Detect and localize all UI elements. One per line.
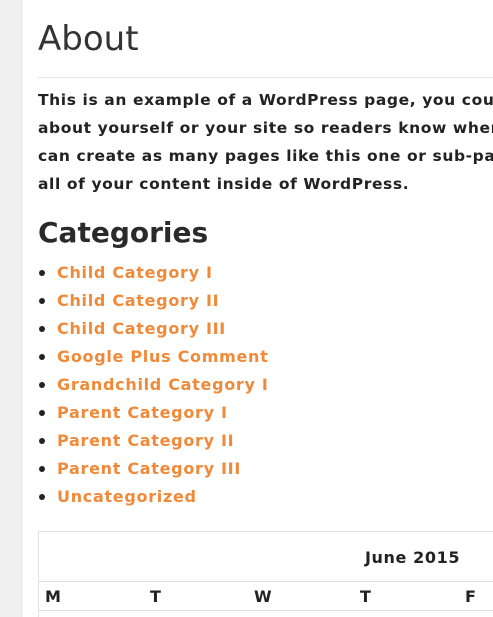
left-gutter (0, 0, 23, 617)
list-item: Parent Category III (38, 455, 269, 483)
main-content: About This is an example of a WordPress … (23, 0, 493, 617)
intro-line: can create as many pages like this one o… (38, 147, 493, 165)
list-item: Parent Category I (38, 399, 269, 427)
calendar-divider (39, 581, 493, 582)
intro-line: about yourself or your site so readers k… (38, 119, 493, 137)
calendar-weekday-thursday: T (360, 587, 371, 606)
category-link-child-category-iii[interactable]: Child Category III (57, 319, 226, 338)
list-item: Uncategorized (38, 483, 269, 511)
categories-list: Child Category I Child Category II Child… (38, 259, 269, 511)
list-item: Parent Category II (38, 427, 269, 455)
bullet-icon (39, 382, 45, 388)
list-item: Child Category II (38, 287, 269, 315)
calendar-weekday-tuesday: T (150, 587, 161, 606)
category-link-parent-category-ii[interactable]: Parent Category II (57, 431, 234, 450)
category-link-grandchild-category-i[interactable]: Grandchild Category I (57, 375, 269, 394)
bullet-icon (39, 494, 45, 500)
calendar-divider (39, 610, 493, 611)
calendar-weekday-friday: F (465, 587, 476, 606)
category-link-child-category-ii[interactable]: Child Category II (57, 291, 219, 310)
list-item: Child Category III (38, 315, 269, 343)
title-divider (38, 77, 493, 78)
calendar-widget: June 2015 M T W T F (38, 531, 493, 617)
list-item: Google Plus Comment (38, 343, 269, 371)
page-title: About (38, 19, 139, 59)
list-item: Child Category I (38, 259, 269, 287)
bullet-icon (39, 410, 45, 416)
intro-line: all of your content inside of WordPress. (38, 175, 410, 193)
bullet-icon (39, 270, 45, 276)
calendar-weekday-wednesday: W (254, 587, 272, 606)
bullet-icon (39, 326, 45, 332)
bullet-icon (39, 298, 45, 304)
calendar-caption: June 2015 (365, 548, 461, 567)
category-link-google-plus-comment[interactable]: Google Plus Comment (57, 347, 268, 366)
category-link-child-category-i[interactable]: Child Category I (57, 263, 213, 282)
intro-line: This is an example of a WordPress page, … (38, 91, 493, 109)
list-item: Grandchild Category I (38, 371, 269, 399)
categories-widget-title: Categories (38, 216, 209, 249)
calendar-weekday-monday: M (45, 587, 61, 606)
bullet-icon (39, 438, 45, 444)
category-link-parent-category-iii[interactable]: Parent Category III (57, 459, 241, 478)
bullet-icon (39, 354, 45, 360)
page-intro: This is an example of a WordPress page, … (38, 86, 493, 198)
category-link-parent-category-i[interactable]: Parent Category I (57, 403, 228, 422)
category-link-uncategorized[interactable]: Uncategorized (57, 487, 197, 506)
bullet-icon (39, 466, 45, 472)
